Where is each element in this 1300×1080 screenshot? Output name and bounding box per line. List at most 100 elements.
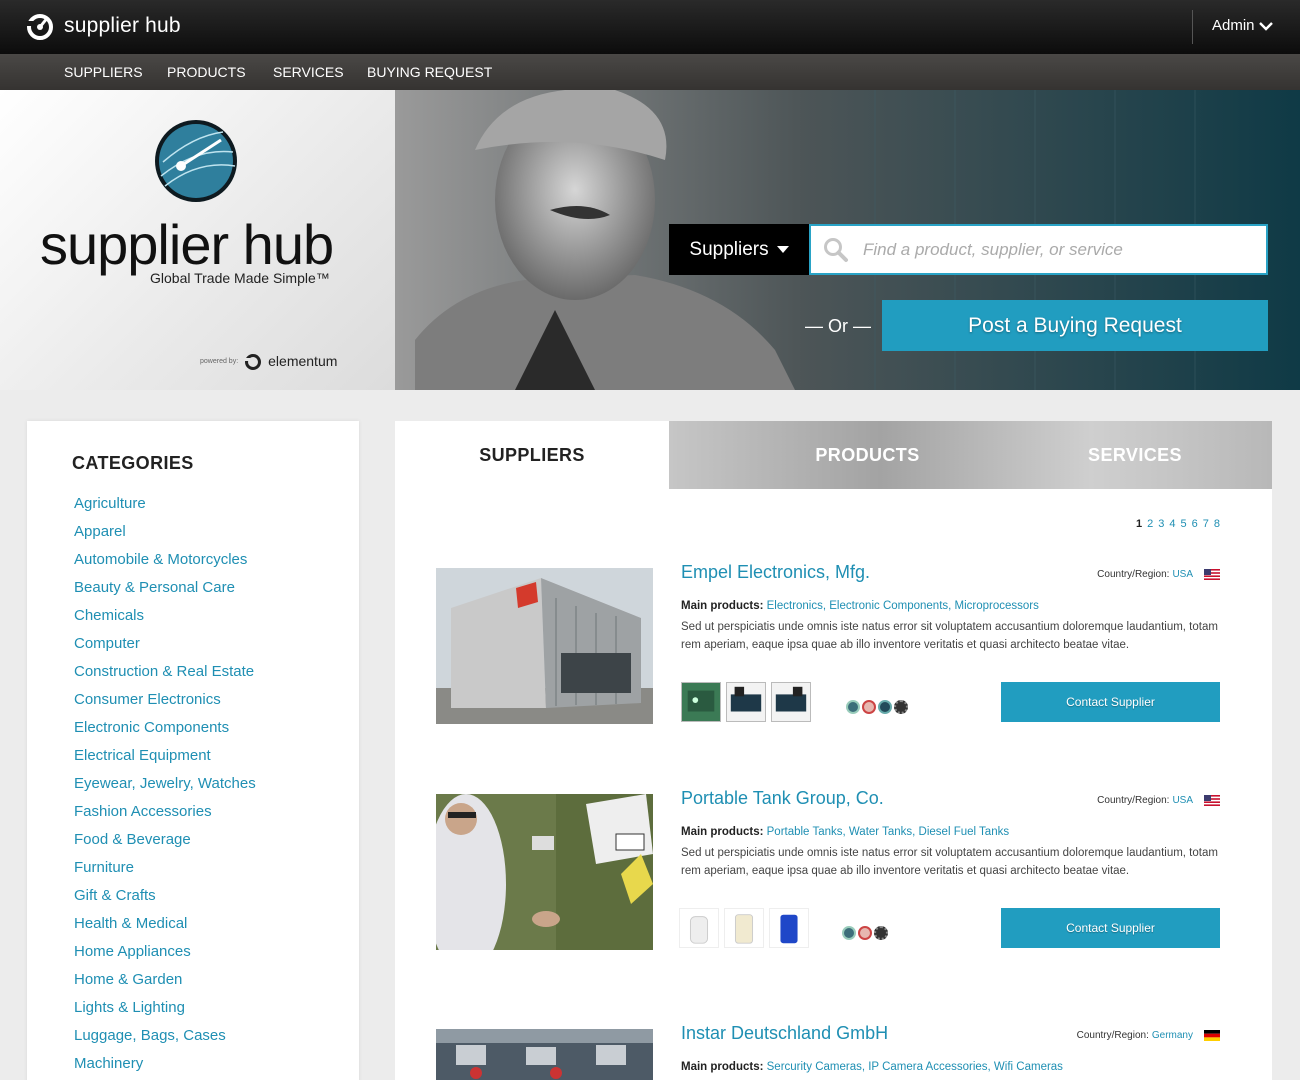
category-link[interactable]: Consumer Electronics	[74, 691, 256, 719]
caret-down-icon	[776, 246, 789, 253]
post-buying-request-button[interactable]: Post a Buying Request	[882, 300, 1268, 351]
search-type-label: Suppliers	[689, 238, 769, 260]
or-label: — Or —	[805, 316, 871, 336]
category-link[interactable]: Computer	[74, 635, 256, 663]
certification-badge-icon	[862, 700, 876, 714]
page-link[interactable]: 4	[1169, 518, 1175, 530]
supplier-description: Sed ut perspiciatis unde omnis iste natu…	[681, 847, 1218, 877]
page-link[interactable]: 8	[1214, 518, 1220, 530]
supplier-image[interactable]	[436, 1029, 653, 1080]
country-region: Country/Region: USA	[1097, 569, 1220, 580]
page-link[interactable]: 5	[1181, 518, 1187, 530]
product-thumbnail[interactable]	[726, 682, 766, 722]
powered-label: powered by:	[200, 357, 239, 365]
main-products: Main products: Sercurity Cameras, IP Cam…	[681, 1061, 1063, 1073]
category-link[interactable]: Eyewear, Jewelry, Watches	[74, 775, 256, 803]
brand-name: supplier hub	[64, 14, 181, 37]
powered-by: powered by: elementum	[200, 352, 337, 370]
tab-suppliers[interactable]: SUPPLIERS	[395, 421, 669, 489]
page-link[interactable]: 1	[1136, 518, 1142, 530]
country-label: Country/Region:	[1076, 1030, 1149, 1041]
certification-badges	[842, 926, 888, 940]
country-region: Country/Region: Germany	[1077, 1030, 1220, 1041]
category-link[interactable]: Beauty & Personal Care	[74, 579, 256, 607]
category-link[interactable]: Gift & Crafts	[74, 887, 256, 915]
category-link[interactable]: Electrical Equipment	[74, 747, 256, 775]
product-thumbnails	[681, 682, 811, 722]
product-thumbnail[interactable]	[724, 908, 764, 948]
main-products-list[interactable]: Electronics, Electronic Components, Micr…	[767, 600, 1039, 612]
divider	[1192, 10, 1193, 44]
supplier-description: Sed ut perspiciatis unde omnis iste natu…	[681, 621, 1218, 651]
supplier-image[interactable]	[436, 568, 653, 724]
certification-badge-icon	[842, 926, 856, 940]
supplier-name[interactable]: Instar Deutschland GmbH	[681, 1023, 888, 1044]
supplier-name[interactable]: Portable Tank Group, Co.	[681, 788, 884, 809]
main-products-label: Main products:	[681, 1061, 764, 1073]
main-products-list[interactable]: Sercurity Cameras, IP Camera Accessories…	[767, 1061, 1063, 1073]
certification-badges	[846, 700, 908, 714]
usa-flag-icon	[1204, 569, 1220, 580]
usa-flag-icon	[1204, 795, 1220, 806]
country-label: Country/Region:	[1097, 569, 1170, 580]
nav-suppliers[interactable]: SUPPLIERS	[64, 64, 143, 80]
chevron-down-icon	[1258, 21, 1273, 31]
category-list: Agriculture Apparel Automobile & Motorcy…	[74, 495, 256, 1080]
product-thumbnail[interactable]	[771, 682, 811, 722]
search-input[interactable]	[863, 239, 1253, 260]
nav-services[interactable]: SERVICES	[273, 64, 344, 80]
category-link[interactable]: Furniture	[74, 859, 256, 887]
search-icon	[824, 237, 848, 262]
supplier-name[interactable]: Empel Electronics, Mfg.	[681, 562, 870, 583]
hero-title: supplier hub	[40, 213, 334, 276]
nav-buying-request[interactable]: BUYING REQUEST	[367, 64, 492, 80]
nav-products[interactable]: PRODUCTS	[167, 64, 246, 80]
category-link[interactable]: Electronic Components	[74, 719, 256, 747]
country-value[interactable]: Germany	[1152, 1030, 1193, 1041]
search-type-dropdown[interactable]: Suppliers	[669, 224, 809, 275]
category-link[interactable]: Construction & Real Estate	[74, 663, 256, 691]
admin-label: Admin	[1212, 17, 1255, 34]
page-link[interactable]: 6	[1192, 518, 1198, 530]
contact-supplier-button[interactable]: Contact Supplier	[1001, 682, 1220, 722]
supplier-card: Empel Electronics, Mfg. Country/Region: …	[436, 562, 1232, 738]
category-link[interactable]: Agriculture	[74, 495, 256, 523]
category-link[interactable]: Health & Medical	[74, 915, 256, 943]
category-link[interactable]: Luggage, Bags, Cases	[74, 1027, 256, 1055]
category-link[interactable]: Automobile & Motorcycles	[74, 551, 256, 579]
supplier-hub-logo-icon	[155, 120, 237, 202]
category-link[interactable]: Chemicals	[74, 607, 256, 635]
category-link[interactable]: Home & Garden	[74, 971, 256, 999]
pagination: 1 2 3 4 5 6 7 8	[1136, 518, 1220, 530]
country-value[interactable]: USA	[1172, 795, 1193, 806]
brand[interactable]: supplier hub	[26, 11, 181, 41]
page-link[interactable]: 7	[1203, 518, 1209, 530]
product-thumbnail[interactable]	[769, 908, 809, 948]
main-products-label: Main products:	[681, 826, 764, 838]
page-link[interactable]: 3	[1158, 518, 1164, 530]
brand-logo-icon	[26, 14, 53, 40]
page-link[interactable]: 2	[1147, 518, 1153, 530]
main-products: Main products: Electronics, Electronic C…	[681, 600, 1039, 612]
main-products-list[interactable]: Portable Tanks, Water Tanks, Diesel Fuel…	[767, 826, 1009, 838]
category-link[interactable]: Lights & Lighting	[74, 999, 256, 1027]
tab-services[interactable]: SERVICES	[998, 421, 1272, 489]
category-link[interactable]: Home Appliances	[74, 943, 256, 971]
category-link[interactable]: Fashion Accessories	[74, 803, 256, 831]
category-link[interactable]: Machinery	[74, 1055, 256, 1080]
supplier-image[interactable]	[436, 794, 653, 950]
supplier-card: Instar Deutschland GmbH Country/Region: …	[436, 1023, 1232, 1080]
product-thumbnails	[679, 908, 809, 948]
country-region: Country/Region: USA	[1097, 795, 1220, 806]
country-value[interactable]: USA	[1172, 569, 1193, 580]
product-thumbnail[interactable]	[681, 682, 721, 722]
main-products-label: Main products:	[681, 600, 764, 612]
category-link[interactable]: Food & Beverage	[74, 831, 256, 859]
certification-badge-icon	[846, 700, 860, 714]
admin-menu[interactable]: Admin	[1212, 17, 1273, 34]
contact-supplier-button[interactable]: Contact Supplier	[1001, 908, 1220, 948]
factory-building-image	[436, 568, 653, 724]
category-link[interactable]: Apparel	[74, 523, 256, 551]
powered-name: elementum	[268, 353, 338, 369]
product-thumbnail[interactable]	[679, 908, 719, 948]
